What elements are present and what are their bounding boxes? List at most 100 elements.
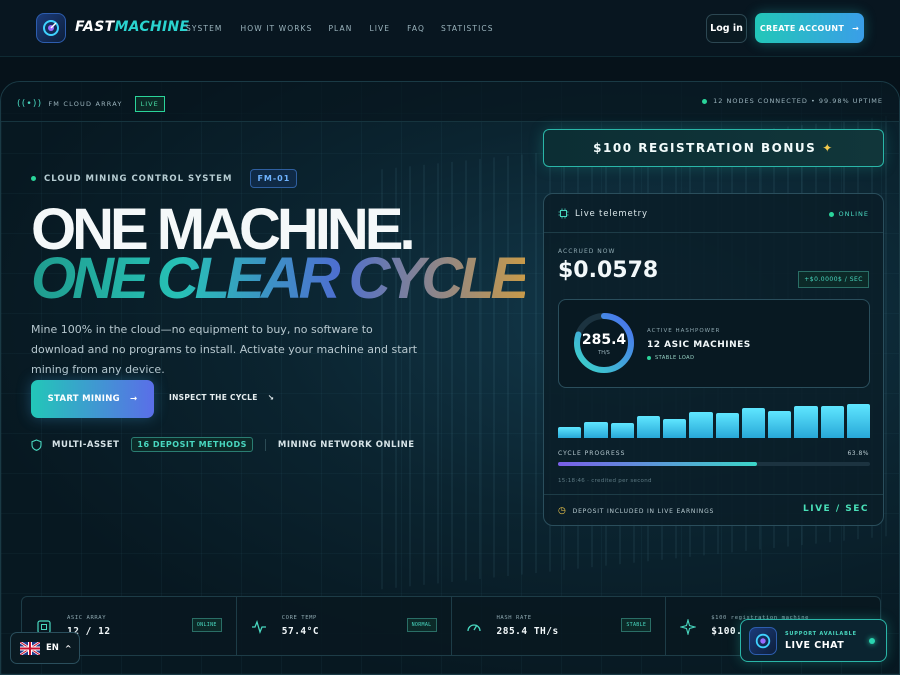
- hashrate-unit: TH/S: [598, 350, 610, 356]
- hero-kicker: CLOUD MINING CONTROL SYSTEM FM-01: [31, 169, 298, 188]
- broadcast-icon: ((•)): [17, 99, 43, 109]
- hashrate-bar: [846, 403, 870, 438]
- stat-badge: NORMAL: [406, 618, 437, 632]
- nav-live[interactable]: LIVE: [369, 24, 390, 33]
- chat-logo-icon: [749, 627, 777, 655]
- hashpower-value: 12 ASIC MACHINES: [647, 340, 751, 350]
- hashrate-bar: [715, 412, 739, 438]
- telemetry-title: Live telemetry: [575, 208, 648, 219]
- live-badge: LIVE: [134, 96, 165, 112]
- login-button[interactable]: Log in: [706, 14, 747, 43]
- pulse-icon: [251, 620, 266, 634]
- hashrate-bar: [794, 405, 818, 438]
- deposit-methods-badge: 16 DEPOSIT METHODS: [131, 437, 253, 452]
- sparkle-icon: ✦: [822, 141, 834, 155]
- telemetry-card: Live telemetry ONLINE ACCRUED NOW $0.057…: [543, 193, 884, 526]
- trust-row: MULTI-ASSET 16 DEPOSIT METHODS MINING NE…: [31, 437, 415, 452]
- hashrate-bar: [558, 427, 582, 438]
- nav-faq[interactable]: FAQ: [407, 24, 425, 33]
- site-header: FASTMACHINE SYSTEM HOW IT WORKS PLAN LIV…: [0, 0, 900, 57]
- language-selector[interactable]: EN ^: [10, 632, 80, 664]
- hashrate-value: 285.4: [581, 332, 627, 348]
- hero-panel: ((•)) FM CLOUD ARRAY LIVE 12 NODES CONNE…: [0, 81, 900, 675]
- headline-line-2: ONE CLEAR CYCLE: [31, 246, 529, 311]
- telemetry-status: ONLINE: [828, 210, 870, 218]
- start-mining-button[interactable]: START MINING →: [31, 380, 154, 418]
- arrow-down-right-icon: ↘: [267, 393, 275, 402]
- start-mining-label: START MINING: [47, 394, 120, 404]
- cycle-progress-bar: [558, 462, 870, 466]
- hashrate-bars: [558, 402, 870, 438]
- telemetry-status-text: ONLINE: [838, 210, 869, 218]
- hashrate-bar: [610, 422, 634, 438]
- kicker-text: CLOUD MINING CONTROL SYSTEM: [44, 173, 233, 184]
- online-dot-icon: [869, 638, 875, 644]
- model-badge: FM-01: [250, 169, 298, 188]
- chip-icon: [558, 208, 569, 219]
- network-online-label: MINING NETWORK ONLINE: [277, 439, 415, 450]
- deposit-note: ◷ DEPOSIT INCLUDED IN LIVE EARNINGS: [558, 506, 714, 516]
- gauge-icon: [466, 624, 481, 632]
- logo-icon[interactable]: [36, 13, 66, 43]
- hashrate-bar: [820, 406, 844, 438]
- bonus-label: $100 REGISTRATION BONUS: [593, 141, 817, 155]
- main-nav: SYSTEM HOW IT WORKS PLAN LIVE FAQ STATIS…: [186, 24, 494, 33]
- stat-label: ASIC ARRAY: [67, 615, 107, 621]
- load-status: STABLE LOAD: [647, 355, 694, 361]
- stat-badge: ONLINE: [191, 618, 222, 632]
- support-available-label: SUPPORT AVAILABLE: [785, 631, 857, 637]
- language-code: EN: [46, 643, 59, 653]
- nodes-status: 12 NODES CONNECTED • 99.98% UPTIME: [713, 97, 883, 105]
- sparkle-icon: [680, 619, 697, 635]
- deposit-note-text: DEPOSIT INCLUDED IN LIVE EARNINGS: [572, 507, 715, 515]
- inspect-cycle-link[interactable]: INSPECT THE CYCLE ↘: [169, 393, 274, 402]
- uk-flag-icon: [20, 641, 40, 655]
- live-chat-label: LIVE CHAT: [785, 640, 845, 651]
- live-chat-button[interactable]: SUPPORT AVAILABLE LIVE CHAT: [740, 619, 887, 662]
- arrow-right-icon: →: [129, 394, 138, 404]
- divider: [264, 438, 266, 451]
- stat-hash-rate: HASH RATE 285.4 TH/s STABLE: [452, 597, 667, 655]
- hashrate-bar: [768, 411, 792, 438]
- hashrate-bar: [584, 421, 608, 438]
- clock-icon: ◷: [558, 506, 567, 516]
- hashrate-bar: [689, 412, 713, 438]
- stat-core-temp: CORE TEMP 57.4°C NORMAL: [237, 597, 452, 655]
- nav-how-it-works[interactable]: HOW IT WORKS: [241, 24, 313, 33]
- nav-plan[interactable]: PLAN: [328, 24, 352, 33]
- registration-bonus-banner[interactable]: $100 REGISTRATION BONUS ✦: [543, 129, 884, 167]
- inspect-cycle-label: INSPECT THE CYCLE: [169, 393, 258, 402]
- array-label: FM CLOUD ARRAY: [48, 100, 123, 108]
- hashrate-bar: [636, 416, 660, 438]
- nav-statistics[interactable]: STATISTICS: [441, 24, 494, 33]
- load-dot-icon: [647, 356, 651, 360]
- stat-badge: STABLE: [621, 618, 652, 632]
- shield-icon: [31, 438, 42, 451]
- cycle-progress-fill: [558, 462, 758, 466]
- stat-value: 57.4°C: [281, 626, 320, 637]
- live-per-sec: LIVE / SEC: [803, 504, 869, 514]
- hashrate-bar: [741, 408, 765, 438]
- cycle-progress-label: CYCLE PROGRESS: [558, 450, 626, 457]
- multi-asset-label: MULTI-ASSET: [52, 439, 120, 450]
- arrow-right-icon: →: [852, 23, 860, 33]
- divider: [544, 494, 883, 495]
- credit-note: 15:18:46 · credited per second: [558, 478, 652, 484]
- stat-label: HASH RATE: [496, 615, 532, 621]
- hashpower-label: ACTIVE HASHPOWER: [647, 328, 721, 334]
- create-account-button[interactable]: CREATE ACCOUNT →: [755, 13, 864, 43]
- hero-subtitle: Mine 100% in the cloud—no equipment to b…: [31, 323, 418, 376]
- rate-badge: +$0.0000$ / SEC: [798, 271, 869, 288]
- hashpower-box: 285.4 TH/S ACTIVE HASHPOWER 12 ASIC MACH…: [558, 299, 870, 388]
- stat-value: 285.4 TH/s: [496, 626, 559, 637]
- kicker-dot-icon: [31, 176, 36, 181]
- stat-label: CORE TEMP: [281, 615, 317, 621]
- load-status-text: STABLE LOAD: [655, 355, 695, 361]
- brand-name[interactable]: FASTMACHINE: [75, 19, 189, 35]
- cycle-progress-value: 63.8%: [847, 450, 869, 457]
- nav-system[interactable]: SYSTEM: [186, 24, 223, 33]
- create-account-label: CREATE ACCOUNT: [759, 23, 845, 33]
- divider: [544, 232, 883, 233]
- accrued-label: ACCRUED NOW: [558, 248, 616, 255]
- chevron-up-icon: ^: [64, 643, 72, 653]
